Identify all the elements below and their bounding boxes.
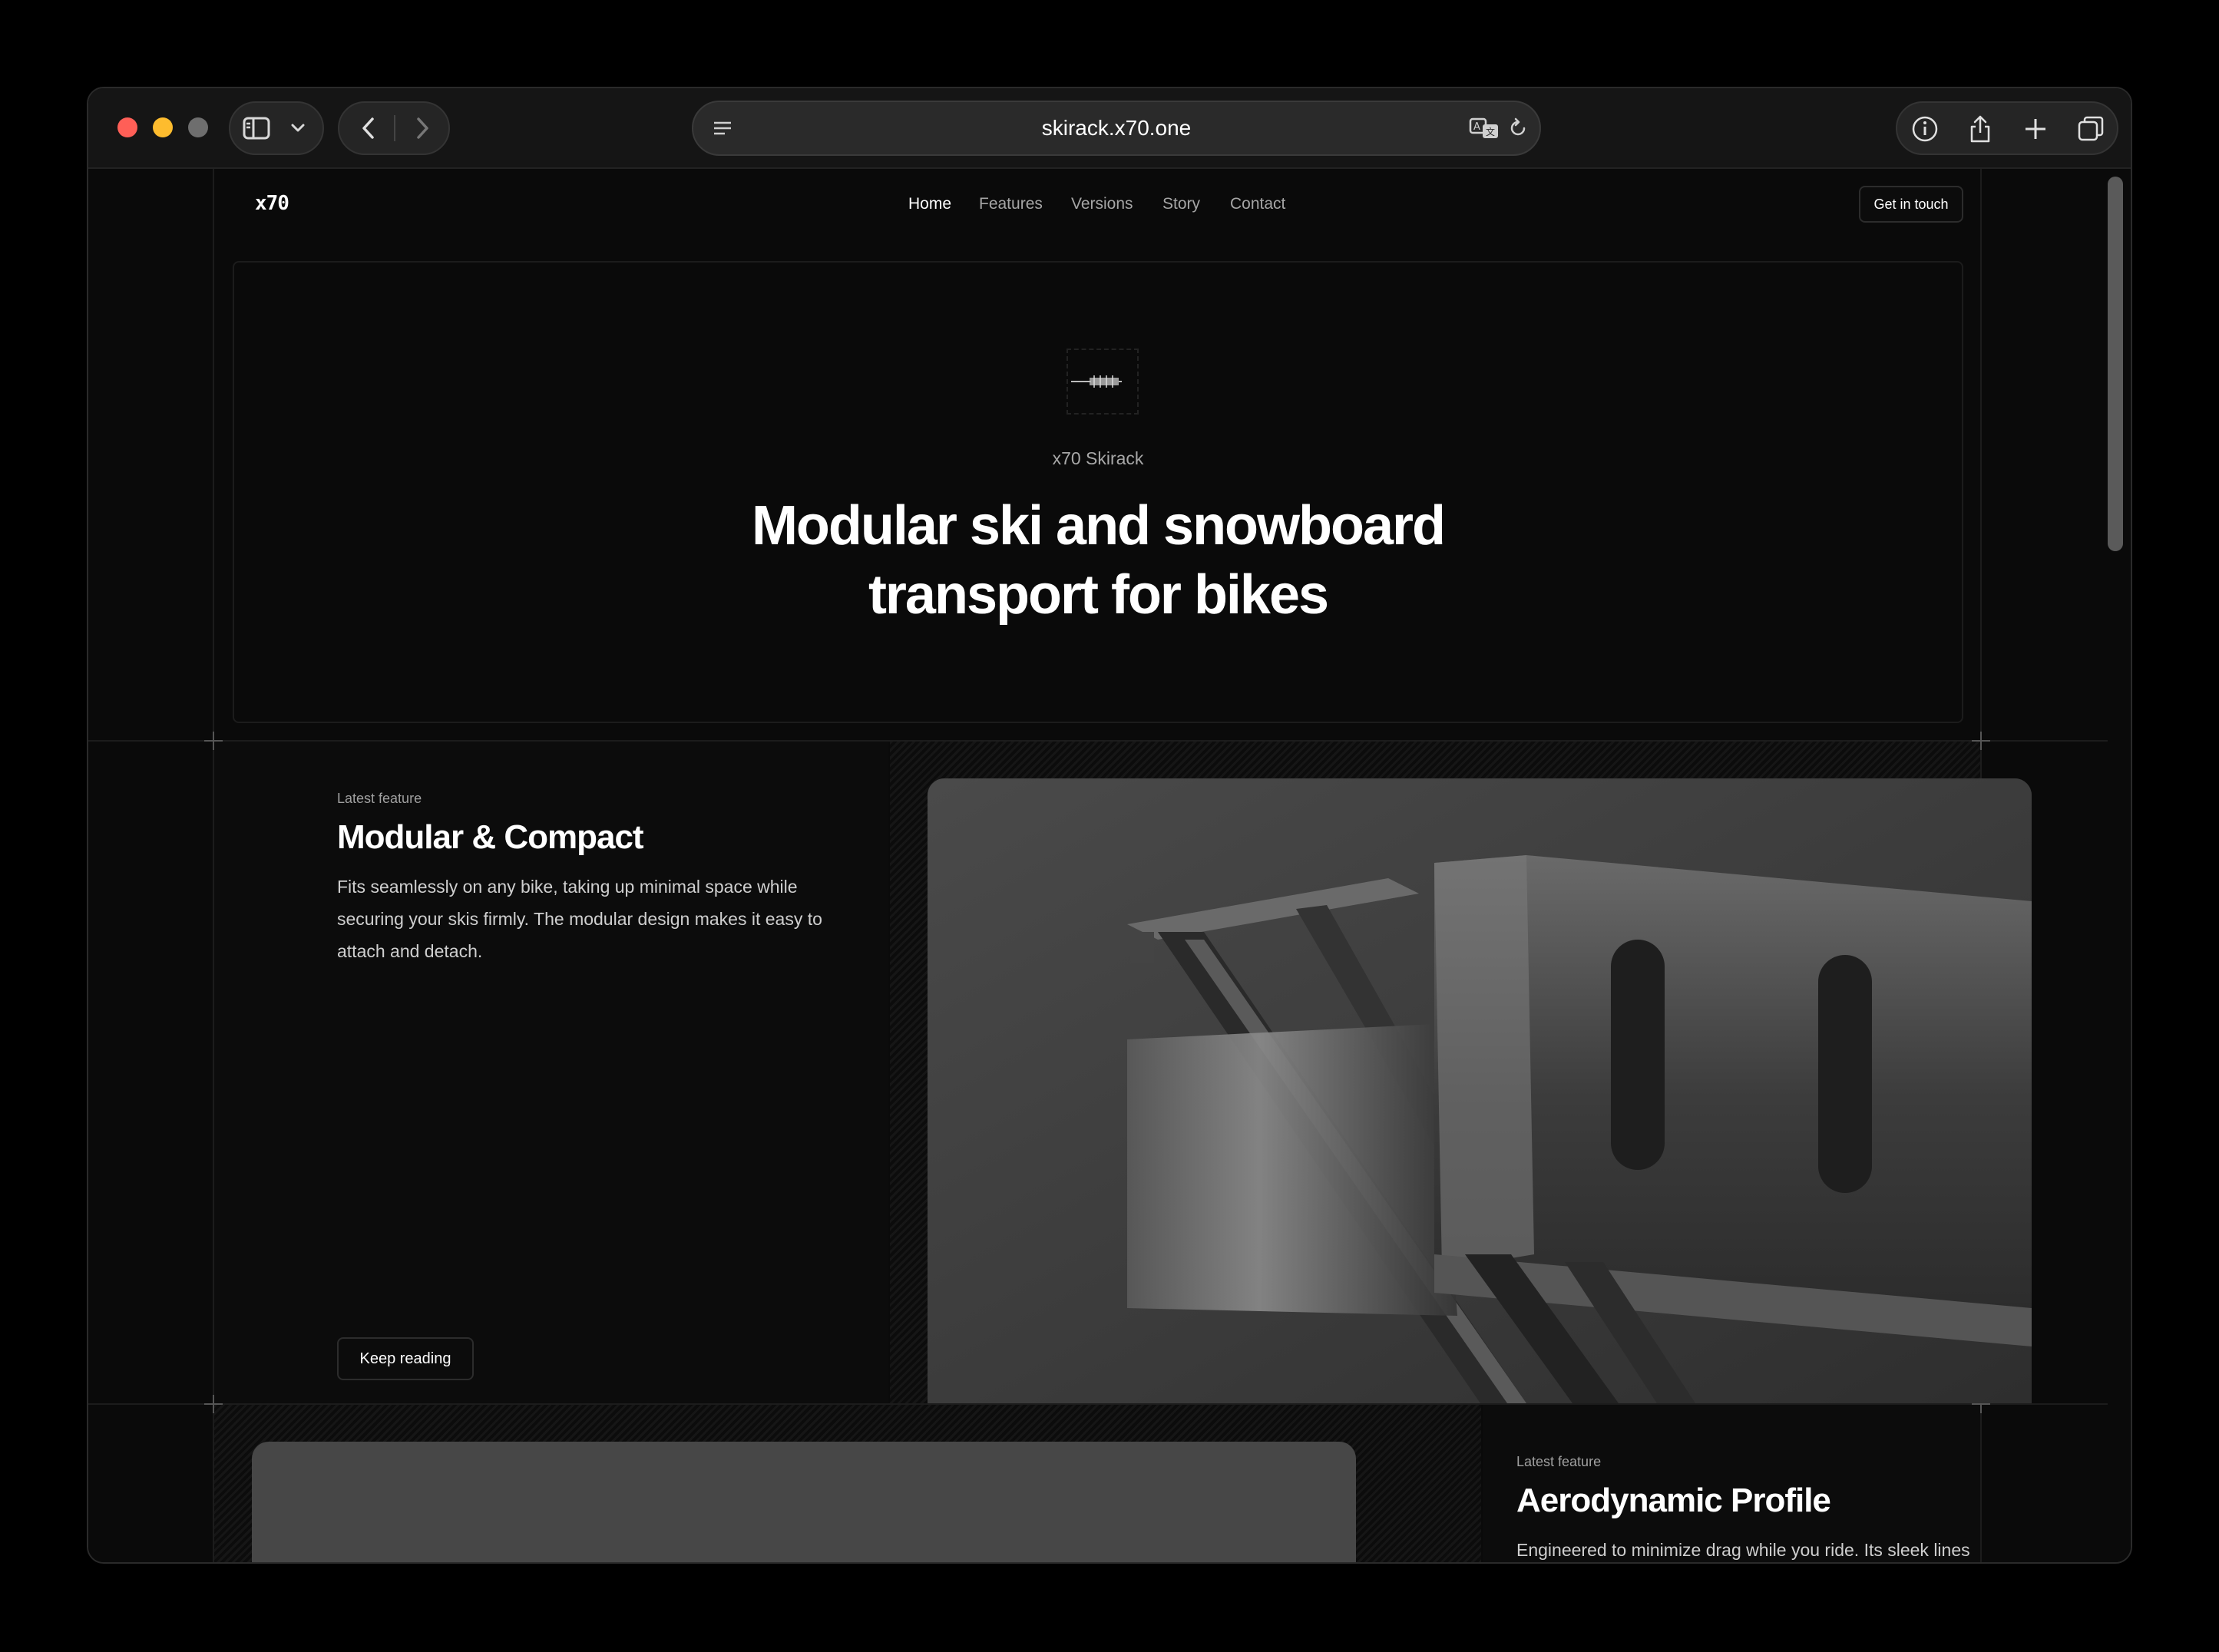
browser-window: skirack.x70.one A文 x70 Home Features Ver…: [87, 87, 2132, 1564]
share-icon[interactable]: [1963, 111, 1997, 146]
chevron-down-icon[interactable]: [284, 114, 312, 143]
history-nav-group: [338, 101, 450, 155]
keep-reading-button[interactable]: Keep reading: [337, 1337, 474, 1380]
feature-card-modular: Latest feature Modular & Compact Fits se…: [214, 742, 888, 1403]
hero-eyebrow: x70 Skirack: [1052, 448, 1144, 468]
feature-description: Engineered to minimize drag while you ri…: [1516, 1540, 1970, 1560]
nav-link-versions[interactable]: Versions: [1071, 195, 1133, 213]
browser-toolbar: skirack.x70.one A文: [88, 88, 2131, 169]
feature-eyebrow: Latest feature: [337, 791, 422, 806]
nav-link-story[interactable]: Story: [1162, 195, 1200, 213]
forward-arrow-icon[interactable]: [407, 112, 438, 144]
svg-text:文: 文: [1486, 126, 1495, 137]
nav-divider: [394, 115, 395, 141]
back-arrow-icon[interactable]: [353, 112, 384, 144]
web-page: x70 Home Features Versions Story Contact…: [88, 169, 2131, 1562]
product-thumbnail: [1067, 349, 1139, 415]
nav-link-contact[interactable]: Contact: [1230, 195, 1285, 213]
sidebar-icon[interactable]: [241, 114, 272, 143]
reload-icon[interactable]: [1504, 114, 1532, 142]
nav-link-features[interactable]: Features: [979, 195, 1043, 213]
feature-card-aerodynamic: Latest feature Aerodynamic Profile Engin…: [1483, 1405, 1980, 1562]
hero-title-line-2: transport for bikes: [868, 564, 1329, 626]
translate-icon[interactable]: A文: [1467, 114, 1501, 142]
tabs-overview-icon[interactable]: [2074, 112, 2108, 146]
page-scrollbar[interactable]: [2108, 177, 2123, 551]
hero-section: x70 Skirack Modular ski and snowboard tr…: [233, 261, 1963, 723]
new-tab-icon[interactable]: [2019, 112, 2052, 146]
feature-title: Modular & Compact: [337, 818, 644, 856]
close-window-button[interactable]: [117, 117, 137, 137]
get-in-touch-button[interactable]: Get in touch: [1859, 186, 1963, 223]
feature-eyebrow: Latest feature: [1516, 1454, 1602, 1469]
feature-description: Fits seamlessly on any bike, taking up m…: [337, 877, 822, 961]
hero-title-line-1: Modular ski and snowboard: [751, 495, 1446, 557]
address-bar[interactable]: skirack.x70.one A文: [692, 101, 1541, 156]
feature-image-aerodynamic: [252, 1442, 1356, 1562]
sidebar-toggle-group: [229, 101, 324, 155]
toolbar-actions-group: [1896, 101, 2118, 155]
url-text[interactable]: skirack.x70.one: [693, 102, 1539, 154]
feature-image-modular: [928, 778, 2032, 1403]
ski-rack-render-image: [928, 778, 2032, 1403]
feature-title: Aerodynamic Profile: [1516, 1482, 1831, 1519]
site-logo[interactable]: x70: [255, 192, 289, 215]
minimize-window-button[interactable]: [153, 117, 173, 137]
ski-rack-icon: [1071, 375, 1122, 388]
hero-title: Modular ski and snowboard transport for …: [234, 491, 1962, 629]
svg-text:A: A: [1473, 121, 1480, 133]
nav-link-home[interactable]: Home: [908, 195, 951, 213]
info-icon[interactable]: [1908, 112, 1942, 146]
zoom-window-button[interactable]: [188, 117, 208, 137]
